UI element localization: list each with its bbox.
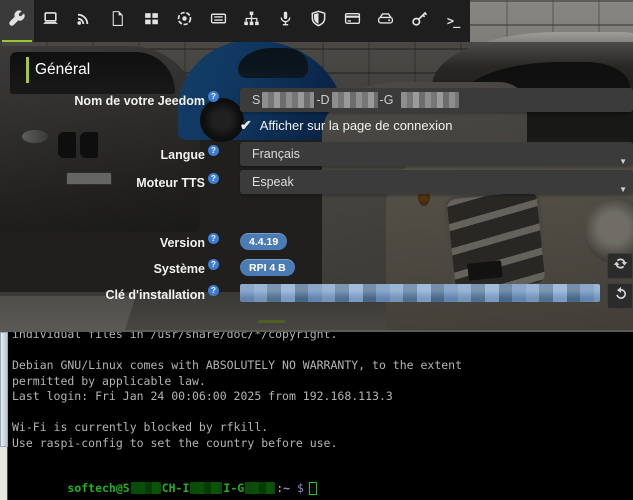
tab-services[interactable]: [336, 0, 370, 42]
name-visible-seg1: S: [252, 88, 260, 112]
tab-updates[interactable]: [168, 0, 202, 42]
language-label: Langue: [0, 148, 205, 162]
terminal-cursor: [309, 482, 317, 495]
tab-general[interactable]: [0, 0, 34, 42]
show-on-login-label: Afficher sur la page de connexion: [260, 118, 453, 133]
file-icon: [109, 10, 126, 32]
refresh-button[interactable]: [607, 253, 633, 279]
tts-help-icon[interactable]: ?: [208, 173, 219, 184]
language-value: Français: [252, 147, 300, 161]
checkbox-check-icon: ✔: [240, 117, 252, 134]
prompt-host-part: CH-I: [162, 481, 190, 495]
tab-os-db[interactable]: >_: [436, 0, 470, 42]
tab-cache[interactable]: [369, 0, 403, 42]
terminal-icon: >_: [447, 14, 459, 28]
version-badge: 4.4.19: [240, 233, 287, 250]
show-on-login-checkbox[interactable]: ✔ Afficher sur la page de connexion: [240, 117, 452, 134]
shield-icon: [310, 10, 327, 32]
tab-network[interactable]: [235, 0, 269, 42]
prompt-redacted-block: [131, 482, 161, 494]
section-title-text: Général: [35, 61, 90, 79]
tab-widgets[interactable]: [134, 0, 168, 42]
tts-engine-label: Moteur TTS: [0, 176, 205, 190]
prompt-redacted-block: [190, 482, 222, 494]
wrench-icon: [8, 10, 25, 32]
tab-rss[interactable]: [67, 0, 101, 42]
jeedom-name-input[interactable]: S -D -G: [240, 88, 633, 112]
install-key-redacted-value: [240, 284, 600, 302]
terminal-output: individual files in /usr/share/doc/*/cop…: [12, 330, 627, 482]
language-help-icon[interactable]: ?: [208, 145, 219, 156]
jeedom-settings-screen: >_ Général Nom de votre Jeedom ? S -D -G…: [0, 0, 633, 500]
install-key-help-icon[interactable]: ?: [208, 285, 219, 296]
grid-icon: [143, 10, 160, 32]
tab-security[interactable]: [302, 0, 336, 42]
settings-toolbar: >_: [0, 0, 470, 42]
tab-display[interactable]: [34, 0, 68, 42]
sitemap-icon: [243, 10, 260, 32]
tab-logs[interactable]: [101, 0, 135, 42]
name-visible-seg2: -D: [316, 88, 329, 112]
hdd-icon: [377, 10, 394, 32]
install-key-label: Clé d'installation: [0, 288, 205, 302]
system-help-icon[interactable]: ?: [208, 259, 219, 270]
microphone-icon: [277, 10, 294, 32]
version-label: Version: [0, 236, 205, 250]
prompt-redacted-block: [245, 482, 275, 494]
tab-api[interactable]: [403, 0, 437, 42]
system-badge: RPI 4 B: [240, 259, 295, 276]
terminal-scrollbar[interactable]: [0, 332, 8, 500]
prompt-dollar: $: [290, 481, 304, 495]
section-title: Général: [26, 57, 90, 83]
credit-card-icon: [344, 10, 361, 32]
name-redacted-block: [332, 92, 378, 108]
jeedom-name-label: Nom de votre Jeedom: [0, 94, 205, 108]
tab-equipment[interactable]: [201, 0, 235, 42]
terminal-line: [12, 451, 627, 467]
laptop-icon: [42, 10, 59, 32]
key-icon: [411, 10, 428, 32]
general-settings-panel: Général Nom de votre Jeedom ? S -D -G ✔ …: [0, 0, 633, 330]
language-select[interactable]: Français ▼: [240, 142, 633, 166]
terminal-line: Wi-Fi is currently blocked by rfkill.: [12, 420, 627, 436]
version-help-icon[interactable]: ?: [208, 233, 219, 244]
tts-value: Espeak: [252, 175, 294, 189]
terminal-line: permitted by applicable law.: [12, 374, 627, 390]
terminal-line: Debian GNU/Linux comes with ABSOLUTELY N…: [12, 358, 627, 374]
prompt-host-part: I-G: [223, 481, 244, 495]
jeedom-name-help-icon[interactable]: ?: [208, 91, 219, 102]
chevron-down-icon: ▼: [619, 178, 627, 202]
ssh-terminal[interactable]: individual files in /usr/share/doc/*/cop…: [0, 330, 633, 500]
keyboard-icon: [210, 10, 227, 32]
name-visible-seg3: -G: [380, 88, 394, 112]
rss-icon: [75, 10, 92, 32]
terminal-scrollbar-thumb[interactable]: [0, 332, 8, 447]
tts-select[interactable]: Espeak ▼: [240, 170, 633, 194]
refresh-icon: [613, 256, 628, 276]
wheel-icon: [176, 10, 193, 32]
undo-button[interactable]: [607, 283, 633, 309]
terminal-line: individual files in /usr/share/doc/*/cop…: [12, 330, 627, 343]
terminal-line: [12, 343, 627, 359]
terminal-line: Use raspi-config to set the country befo…: [12, 436, 627, 452]
name-redacted-block: [262, 92, 314, 108]
section-accent-bar: [26, 57, 29, 83]
system-label: Système: [0, 262, 205, 276]
terminal-line: [12, 405, 627, 421]
undo-icon: [613, 286, 628, 306]
name-redacted-block: [401, 92, 459, 108]
terminal-prompt-line: softech@SCH-II-G:~ $: [12, 467, 627, 483]
terminal-line: Last login: Fri Jan 24 00:06:00 2025 fro…: [12, 389, 627, 405]
prompt-user-host: softech@S: [67, 481, 129, 495]
tab-voice[interactable]: [269, 0, 303, 42]
